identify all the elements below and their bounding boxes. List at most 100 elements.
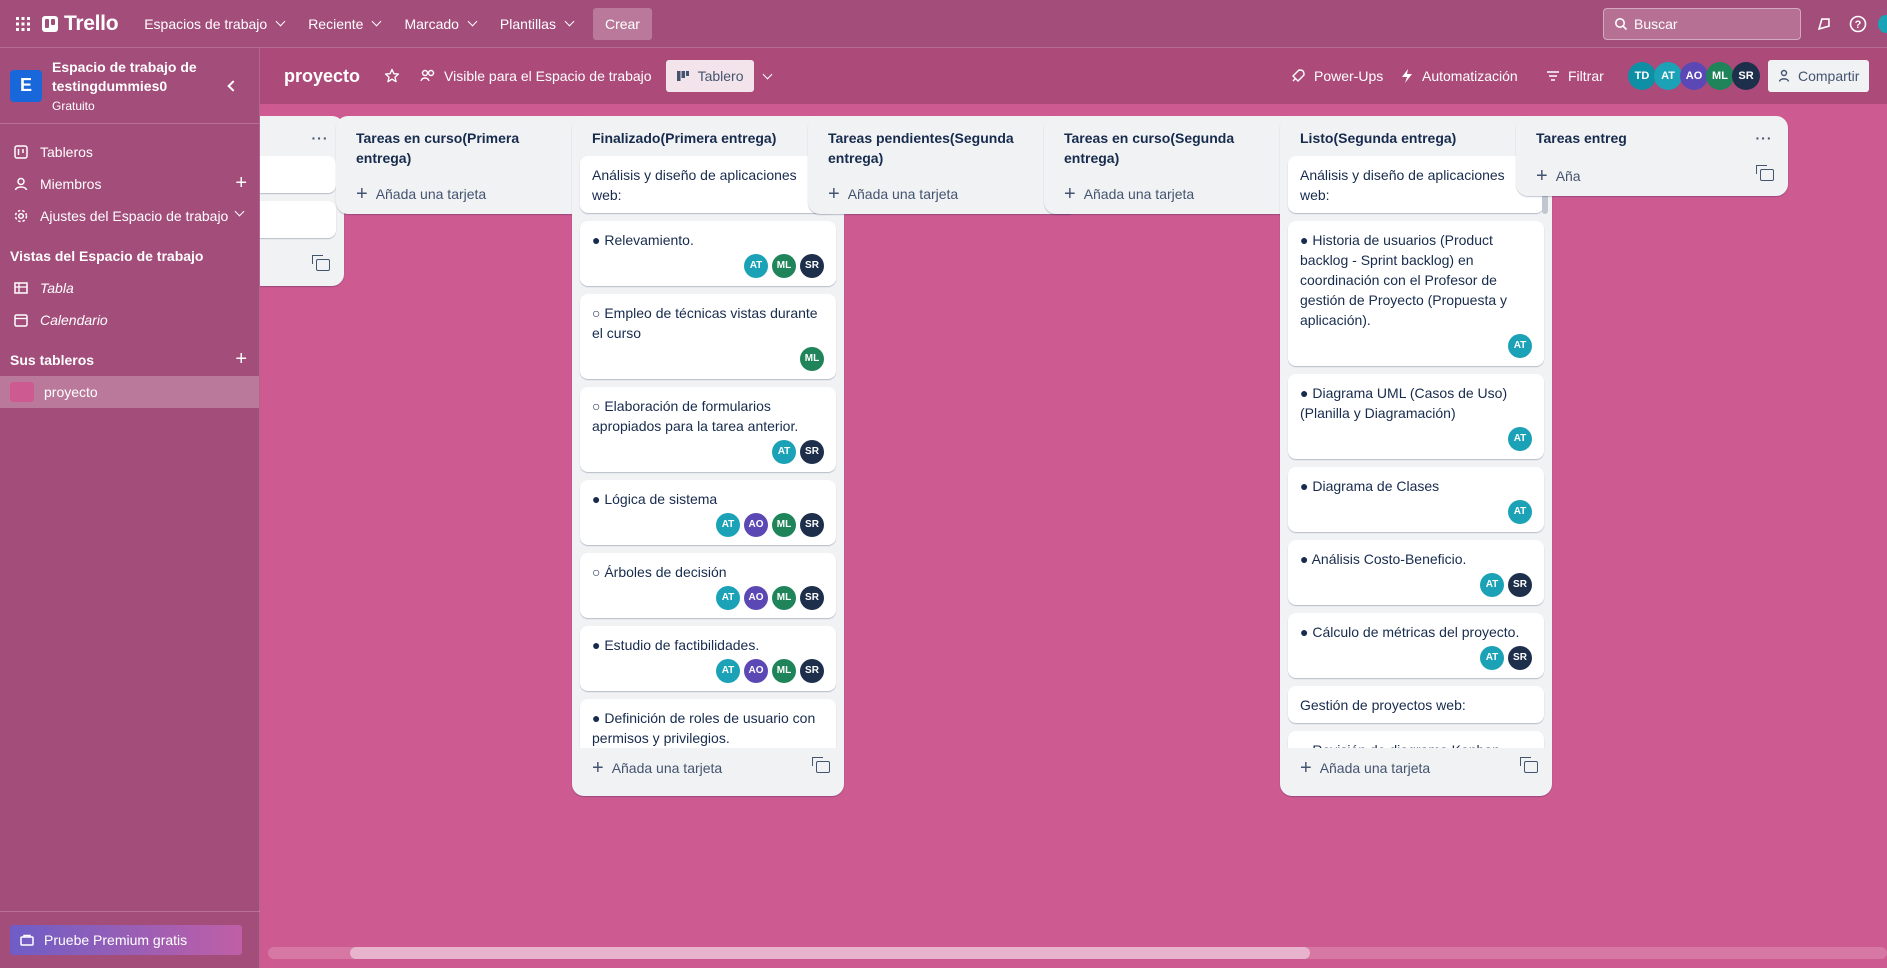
workspace-name[interactable]: Espacio de trabajo de testingdummies0 [52,58,222,96]
member-avatar[interactable]: AT [716,586,740,610]
collapse-sidebar-icon[interactable] [221,76,241,96]
nav-starred[interactable]: Marcado [392,8,487,40]
horizontal-scrollbar[interactable] [350,947,1310,959]
card[interactable]: ● Análisis Costo-Beneficio. AT SR [1288,540,1544,605]
create-from-template-icon[interactable] [1756,165,1774,181]
create-from-template-icon[interactable] [312,255,330,271]
list-header[interactable]: Primera··· [260,116,344,156]
chevron-down-icon[interactable] [234,206,245,217]
account-avatar[interactable] [1878,12,1887,36]
card[interactable]: ● Cálculo de métricas del proyecto. AT SR [1288,613,1544,678]
add-card-button[interactable]: + Añada una tarjeta [808,174,1080,214]
add-card-button[interactable]: +ta [260,246,344,286]
card[interactable]: ● Lógica de sistema AT AO ML SR [580,480,836,545]
try-premium-button[interactable]: Pruebe Premium gratis [10,925,242,955]
sidebar-item-calendar[interactable]: Calendario [0,304,259,336]
create-from-template-icon[interactable] [812,757,830,773]
search-box[interactable] [1603,8,1801,40]
create-from-template-icon[interactable] [1520,757,1538,773]
card[interactable]: Análisis y diseño de aplicaciones web: [580,156,836,213]
card[interactable]: ● Diagrama de Clases AT [1288,467,1544,532]
member-avatar[interactable]: TD [1628,62,1656,90]
member-avatar[interactable]: SR [800,513,824,537]
sidebar-item-members[interactable]: Miembros + [0,168,259,200]
member-avatar[interactable]: SR [1508,573,1532,597]
card[interactable]: Análisis y diseño de aplicaciones web: [1288,156,1544,213]
member-avatar[interactable]: SR [800,659,824,683]
star-board-icon[interactable] [374,60,410,92]
member-avatar[interactable]: ML [772,659,796,683]
view-board-button[interactable]: Tablero [665,60,754,92]
card[interactable]: royecto [260,156,336,193]
list-menu-icon[interactable]: ··· [308,126,332,150]
workspace-avatar[interactable]: E [10,69,42,102]
notifications-icon[interactable] [1812,12,1836,36]
card[interactable]: ○ Elaboración de formularios apropiados … [580,387,836,472]
sidebar-item-table[interactable]: Tabla [0,272,259,304]
add-card-button[interactable]: + Aña [1516,156,1788,196]
sidebar-item-settings[interactable]: Ajustes del Espacio de trabajo [0,200,259,232]
add-card-button[interactable]: + Añada una tarjeta [1280,748,1552,788]
member-avatar[interactable]: ML [1706,62,1734,90]
list-header[interactable]: Tareas pendientes(Segunda entrega)··· [808,116,1080,174]
member-avatar[interactable]: AO [744,586,768,610]
member-avatar[interactable]: ML [772,513,796,537]
share-button[interactable]: Compartir [1768,60,1870,92]
member-avatar[interactable]: AT [716,659,740,683]
member-avatar[interactable]: AO [744,513,768,537]
member-avatar[interactable]: SR [800,254,824,278]
member-avatar[interactable]: AT [744,254,768,278]
board-title[interactable]: proyecto [284,66,360,87]
visibility-button[interactable]: Visible para el Espacio de trabajo [410,60,662,92]
member-avatar[interactable]: AT [716,513,740,537]
member-avatar[interactable]: AT [1480,646,1504,670]
filter-button[interactable]: Filtrar [1536,60,1614,92]
member-avatar[interactable]: AO [744,659,768,683]
list-header[interactable]: Tareas en curso(Segunda entrega)··· [1044,116,1316,174]
card[interactable] [260,201,336,238]
member-avatar[interactable]: SR [1732,62,1760,90]
member-avatar[interactable]: AT [1508,427,1532,451]
list-header[interactable]: Tareas entreg ··· [1516,116,1788,156]
member-avatar[interactable]: ML [772,586,796,610]
add-card-button[interactable]: + Añada una tarjeta [1044,174,1316,214]
member-avatar[interactable]: AT [1508,334,1532,358]
automation-button[interactable]: Automatización [1390,60,1528,92]
add-board-icon[interactable]: + [235,349,247,369]
search-input[interactable] [1634,16,1784,32]
card[interactable]: Gestión de proyectos web: [1288,686,1544,723]
nav-templates[interactable]: Plantillas [488,8,585,40]
grid-icon[interactable] [8,8,38,40]
member-avatar[interactable]: ML [772,254,796,278]
list-header[interactable]: Tareas en curso(Primera entrega)··· [336,116,608,174]
list-header[interactable]: Listo(Segunda entrega)··· [1280,116,1552,156]
member-avatar[interactable]: SR [1508,646,1532,670]
member-avatar[interactable]: AT [1654,62,1682,90]
member-avatar[interactable]: ML [800,347,824,371]
member-avatar[interactable]: SR [800,586,824,610]
card[interactable]: ● Relevamiento. AT ML SR [580,221,836,286]
member-avatar[interactable]: AT [1508,500,1532,524]
card[interactable]: ● Diagrama UML (Casos de Uso) (Planilla … [1288,374,1544,459]
create-button[interactable]: Crear [592,7,652,40]
member-avatar[interactable]: AT [1480,573,1504,597]
nav-recent[interactable]: Reciente [296,8,392,40]
help-icon[interactable]: ? [1846,12,1870,36]
power-ups-button[interactable]: Power-Ups [1280,60,1393,92]
member-avatar[interactable]: AO [1680,62,1708,90]
card[interactable]: ● Estudio de factibilidades. AT AO ML SR [580,626,836,691]
sidebar-item-boards[interactable]: Tableros [0,136,259,168]
views-dropdown[interactable] [754,60,781,92]
member-avatar[interactable]: SR [800,440,824,464]
add-member-icon[interactable]: + [235,173,247,193]
add-card-button[interactable]: + Añada una tarjeta [336,174,608,214]
sidebar-board-proyecto[interactable]: proyecto [0,376,259,408]
card[interactable]: ● Revisión de diagrama Kanban.ATAOMLSR [1288,731,1544,748]
add-card-button[interactable]: + Añada una tarjeta [572,748,844,788]
card[interactable]: ○ Empleo de técnicas vistas durante el c… [580,294,836,379]
member-avatar[interactable]: AT [772,440,796,464]
list-menu-icon[interactable]: ··· [1752,126,1776,150]
trello-logo[interactable]: Trello [42,12,119,36]
list-header[interactable]: Finalizado(Primera entrega)··· [572,116,844,156]
card[interactable]: ● Definición de roles de usuario con per… [580,699,836,748]
